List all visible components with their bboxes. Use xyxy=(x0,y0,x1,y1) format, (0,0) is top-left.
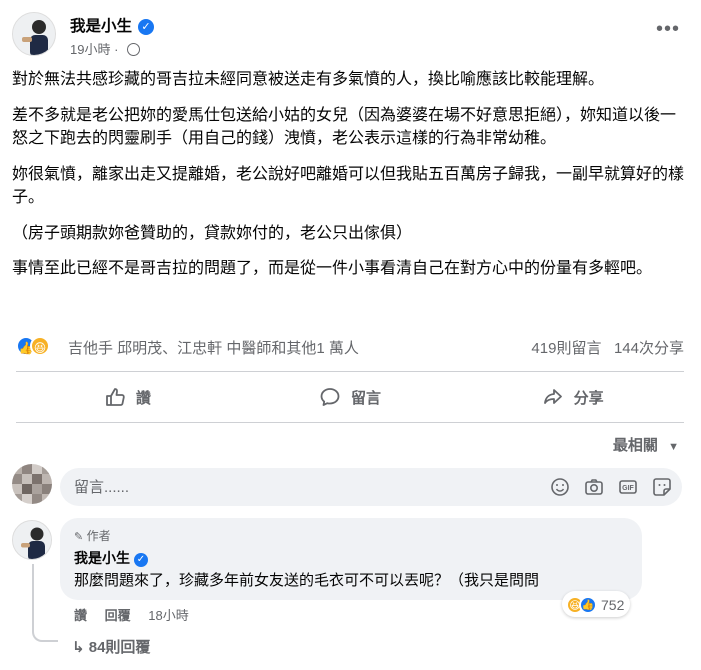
emoji-icon[interactable] xyxy=(550,477,570,497)
reactions-summary: 👍😆 吉他手 邱明茂、江忠軒 中醫師和其他1 萬人 419則留言 144次分享 xyxy=(16,336,684,360)
comment-input[interactable] xyxy=(60,468,530,506)
author-tag-label: 作者 xyxy=(86,529,111,543)
caret-down-icon: ▼ xyxy=(668,441,679,453)
comment-author-name[interactable]: 我是小生 ✓ xyxy=(74,548,148,568)
pencil-icon: ✎ xyxy=(74,531,84,543)
comment-bubble: ✎ 作者 我是小生 ✓ 那麼問題來了，珍藏多年前女友送的毛衣可不可以丟呢？（我只是… xyxy=(60,518,642,600)
comment-author-avatar[interactable] xyxy=(12,520,52,560)
like-reaction-icon: 👍 xyxy=(579,596,597,614)
view-replies-link[interactable]: ↳ 84則回覆 xyxy=(72,636,150,657)
comment-icon xyxy=(320,388,340,406)
reaction-names[interactable]: 吉他手 邱明茂、江忠軒 中醫師和其他1 萬人 xyxy=(68,337,359,358)
comment-reply-button[interactable]: 回覆 xyxy=(105,608,131,623)
globe-icon xyxy=(127,43,141,56)
thread-connector xyxy=(32,564,58,642)
comment-actions: 讚 回覆 18小時 xyxy=(74,605,203,624)
post-paragraph: 事情至此已經不是哥吉拉的問題了，而是從一件小事看清自己在對方心中的份量有多輕吧。 xyxy=(12,260,653,277)
post-stats: 419則留言 144次分享 xyxy=(531,337,684,358)
post-time[interactable]: 19小時 xyxy=(70,42,110,57)
comment-like-button[interactable]: 讚 xyxy=(74,608,87,623)
author-name[interactable]: 我是小生 ✓ xyxy=(70,14,155,36)
post-paragraph: 妳很氣憤，離家出走又提離婚，老公說好吧離婚可以但我貼五百萬房子歸我，一副早就算好… xyxy=(12,165,685,207)
current-user-avatar xyxy=(12,464,52,504)
post-meta: 19小時 · xyxy=(70,39,141,58)
post-header: 我是小生 ✓ 19小時 · ••• xyxy=(12,12,692,62)
comment-text: 那麼問題來了，珍藏多年前女友送的毛衣可不可以丟呢？（我只是問問 xyxy=(74,572,540,589)
svg-text:GIF: GIF xyxy=(622,485,634,492)
post-paragraph: 對於無法共感珍藏的哥吉拉未經同意被送走有多氣憤的人，換比喻應該比較能理解。 xyxy=(12,71,605,88)
comment-count[interactable]: 419則留言 xyxy=(531,340,601,357)
comment-label: 留言 xyxy=(351,389,382,407)
like-label: 讚 xyxy=(135,389,151,407)
sticker-icon[interactable] xyxy=(652,477,672,497)
share-label: 分享 xyxy=(573,389,604,407)
post-paragraph: 差不多就是老公把妳的愛馬仕包送給小姑的女兒（因為婆婆在場不好意思拒絕），妳知道以… xyxy=(12,106,677,148)
author-avatar[interactable] xyxy=(12,12,56,56)
thumbs-up-icon xyxy=(105,388,125,406)
replies-link-label: 84則回覆 xyxy=(88,639,151,656)
reply-arrow-icon: ↳ xyxy=(72,639,85,656)
reaction-icons[interactable]: 👍😆 xyxy=(16,336,50,356)
comment-sort-dropdown[interactable]: 最相關 ▼ xyxy=(613,434,679,455)
like-button[interactable]: 讚 xyxy=(16,376,239,418)
comment-reactions[interactable]: 😆 👍 752 xyxy=(562,591,631,617)
post-body: 對於無法共感珍藏的哥吉拉未經同意被送走有多氣憤的人，換比喻應該比較能理解。 差不… xyxy=(12,68,688,293)
verified-badge-icon: ✓ xyxy=(134,553,148,567)
share-icon xyxy=(543,389,562,404)
post-paragraph: （房子頭期款妳爸贊助的，貸款妳付的，老公只出傢俱） xyxy=(12,224,413,242)
divider xyxy=(16,422,684,423)
comment-button[interactable]: 留言 xyxy=(239,376,462,418)
action-bar: 讚 留言 分享 xyxy=(16,376,684,418)
comment-reaction-count: 752 xyxy=(601,597,625,613)
share-button[interactable]: 分享 xyxy=(461,376,684,418)
camera-icon[interactable] xyxy=(584,477,604,497)
comment-time[interactable]: 18小時 xyxy=(148,608,188,623)
share-count[interactable]: 144次分享 xyxy=(614,340,684,357)
author-tag: ✎ 作者 xyxy=(74,527,111,544)
haha-reaction-icon: 😆 xyxy=(30,336,50,356)
verified-badge-icon: ✓ xyxy=(138,19,155,35)
comment-composer: GIF xyxy=(60,468,682,506)
more-options-icon[interactable]: ••• xyxy=(656,18,680,41)
divider xyxy=(16,371,684,372)
gif-icon[interactable]: GIF xyxy=(618,477,638,497)
sort-label: 最相關 xyxy=(612,437,658,454)
composer-tools: GIF xyxy=(550,477,672,497)
